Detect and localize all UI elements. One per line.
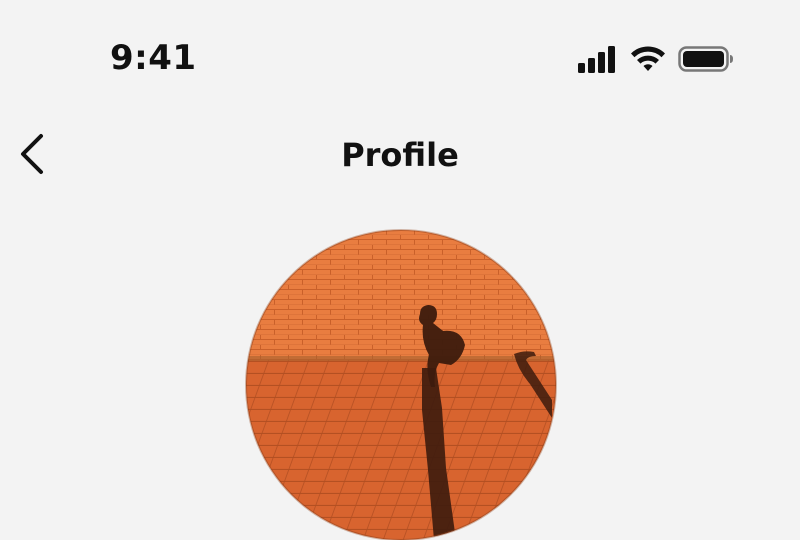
avatar-photo	[246, 230, 556, 540]
avatar[interactable]	[246, 230, 556, 540]
status-time: 9:41	[110, 38, 197, 78]
battery-icon	[678, 46, 733, 72]
signal-icon	[578, 46, 615, 73]
page-title: Profile	[341, 136, 459, 174]
status-bar: 9:41	[0, 0, 800, 110]
status-icons	[578, 44, 734, 74]
wifi-icon	[631, 46, 665, 71]
nav-bar: Profile	[0, 118, 800, 190]
